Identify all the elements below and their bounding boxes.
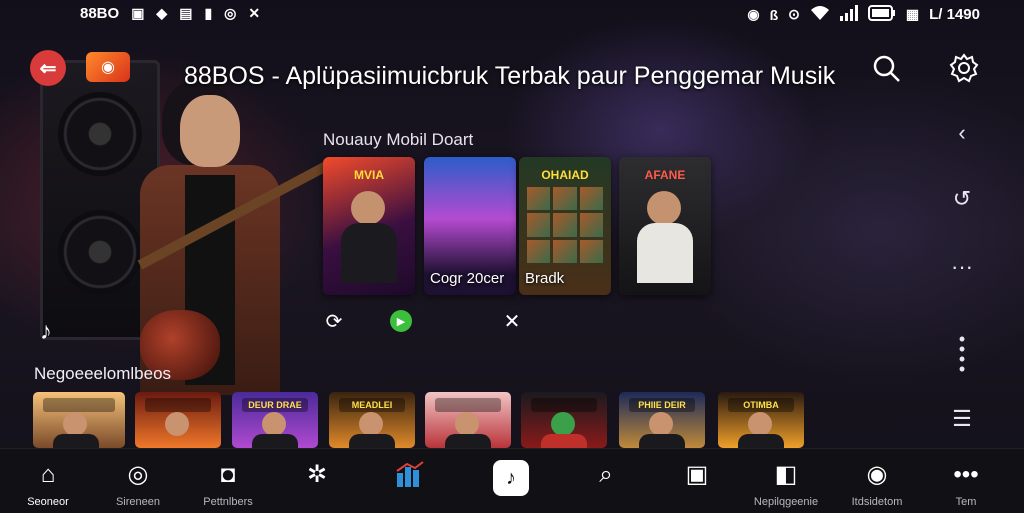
list-icon[interactable]: ☰ xyxy=(945,406,979,432)
featured-card[interactable]: OHAIAD Bradk xyxy=(519,157,611,295)
recommendation-card[interactable] xyxy=(425,392,511,448)
recommendation-card[interactable]: DEUR DRAE xyxy=(232,392,318,448)
nav-label: Tem xyxy=(955,496,977,508)
recommendation-card[interactable] xyxy=(521,392,607,448)
nav-item-settings[interactable]: ✲ xyxy=(272,449,362,513)
close-icon: ✕ xyxy=(248,5,261,21)
recommendation-card[interactable] xyxy=(33,392,125,448)
search-icon[interactable] xyxy=(872,54,902,84)
recommendation-card[interactable] xyxy=(135,392,221,448)
wifi-icon xyxy=(810,5,830,24)
recommendation-card[interactable]: OTIMBA xyxy=(718,392,804,448)
recommendations-title: Negoeeelomlbeos xyxy=(34,364,172,383)
nav-label: Nepilqgeenie xyxy=(753,496,819,508)
alarm-icon: ◉ xyxy=(747,6,760,22)
card-art-text xyxy=(430,163,510,187)
nav-item-card[interactable]: ▣ xyxy=(652,449,742,513)
chart-icon xyxy=(365,461,455,489)
media-icon: ◧ xyxy=(774,461,798,488)
card-badge: OTIMBA xyxy=(728,398,794,412)
card-badge xyxy=(145,398,211,412)
signal-icon xyxy=(839,5,858,24)
card-icon: ▣ xyxy=(685,461,709,488)
nav-label: Pettnlbers xyxy=(203,496,253,508)
home-icon: ⌂ xyxy=(40,461,56,488)
nav-item-media[interactable]: ◧ Nepilqgeenie xyxy=(741,449,831,513)
chevron-left-icon[interactable]: ‹ xyxy=(945,120,979,146)
card-label: Bradk xyxy=(525,270,565,287)
nav-label: Sireneen xyxy=(115,496,161,508)
featured-card[interactable]: Cogr 20cer xyxy=(424,157,516,295)
nav-item-search[interactable]: ⌕ xyxy=(561,449,651,513)
nav-label: Itdsidetom xyxy=(851,496,903,508)
back-button[interactable]: ⇐ xyxy=(30,50,66,86)
music-note-icon: ♪ xyxy=(506,466,516,489)
microphone-icon[interactable]: ♪ xyxy=(40,318,52,346)
nav-label: Seoneor xyxy=(27,496,69,508)
more-horizontal-icon[interactable]: ··· xyxy=(945,254,979,280)
more-icon: ••• xyxy=(953,461,979,488)
app-badge-icon: ▣ xyxy=(131,5,145,21)
card-art-text: AFANE xyxy=(644,168,686,182)
card-art-text: OHAIAD xyxy=(541,168,589,182)
sim-icon: ▦ xyxy=(905,6,920,22)
battery-icon xyxy=(867,5,896,24)
refresh-icon[interactable]: ⟳ xyxy=(322,309,346,333)
rotate-icon[interactable]: ↺ xyxy=(945,186,979,212)
featured-card[interactable]: AFANE xyxy=(619,157,711,295)
back-arrow-icon: ⇐ xyxy=(39,57,57,80)
featured-card[interactable]: MVIA xyxy=(323,157,415,295)
card-badge xyxy=(43,398,115,412)
status-text: 88BO xyxy=(80,5,120,22)
bluetooth-icon: ß xyxy=(769,6,779,23)
featured-section-title: Nouauy Mobil Doart xyxy=(323,130,474,149)
card-badge: PHIIE DEIR xyxy=(629,398,695,412)
notification-icon: ▮ xyxy=(204,5,213,21)
nav-item-record[interactable]: ◉ Itdsidetom xyxy=(832,449,922,513)
play-icon: ▶ xyxy=(390,310,412,332)
card-art-text: MVIA xyxy=(354,168,384,182)
status-time: L/ 1490 xyxy=(929,6,980,23)
record-icon: ◉ xyxy=(866,461,888,488)
card-badge: DEUR DRAE xyxy=(242,398,308,412)
settings-gear-icon[interactable] xyxy=(948,52,980,84)
nav-item-target[interactable]: ◎ Sireneen xyxy=(93,449,183,513)
nav-item-home[interactable]: ⌂ Seoneor xyxy=(3,449,93,513)
nav-item-more[interactable]: ••• Tem xyxy=(921,449,1011,513)
recommendation-card[interactable]: PHIIE DEIR xyxy=(619,392,705,448)
status-bar: 88BO ▣ ◆ ▤ ▮ ◎ ✕ ◉ ß ⊙ ▦ L/ 1490 xyxy=(0,0,1024,28)
search-icon: ⌕ xyxy=(599,461,613,488)
more-vertical-icon[interactable]: • • • • xyxy=(945,330,979,378)
nav-item-camera[interactable]: ◘ Pettnlbers xyxy=(183,449,273,513)
card-label: Cogr 20cer xyxy=(430,270,505,287)
card-badge: MEADLEI xyxy=(339,398,405,412)
page-title: 88BOS - Aplüpasiimuicbruk Terbak paur Pe… xyxy=(184,62,836,90)
nav-item-charts[interactable] xyxy=(365,449,455,513)
music-note-button[interactable]: ♪ xyxy=(493,460,529,496)
sim-icon: ▤ xyxy=(179,5,193,21)
play-button[interactable]: ▶ xyxy=(389,309,413,333)
close-icon[interactable]: ✕ xyxy=(500,309,524,333)
target-icon: ◎ xyxy=(127,461,149,488)
gear-icon: ✲ xyxy=(306,461,328,488)
app-logo: ◉ xyxy=(86,52,130,82)
camera-icon: ◘ xyxy=(220,461,236,488)
recommendation-card[interactable]: MEADLEI xyxy=(329,392,415,448)
hotspot-icon: ⊙ xyxy=(788,6,800,22)
shield-icon: ◆ xyxy=(156,5,168,21)
card-badge xyxy=(531,398,597,412)
card-badge xyxy=(435,398,501,412)
clock-icon: ◎ xyxy=(224,5,237,21)
